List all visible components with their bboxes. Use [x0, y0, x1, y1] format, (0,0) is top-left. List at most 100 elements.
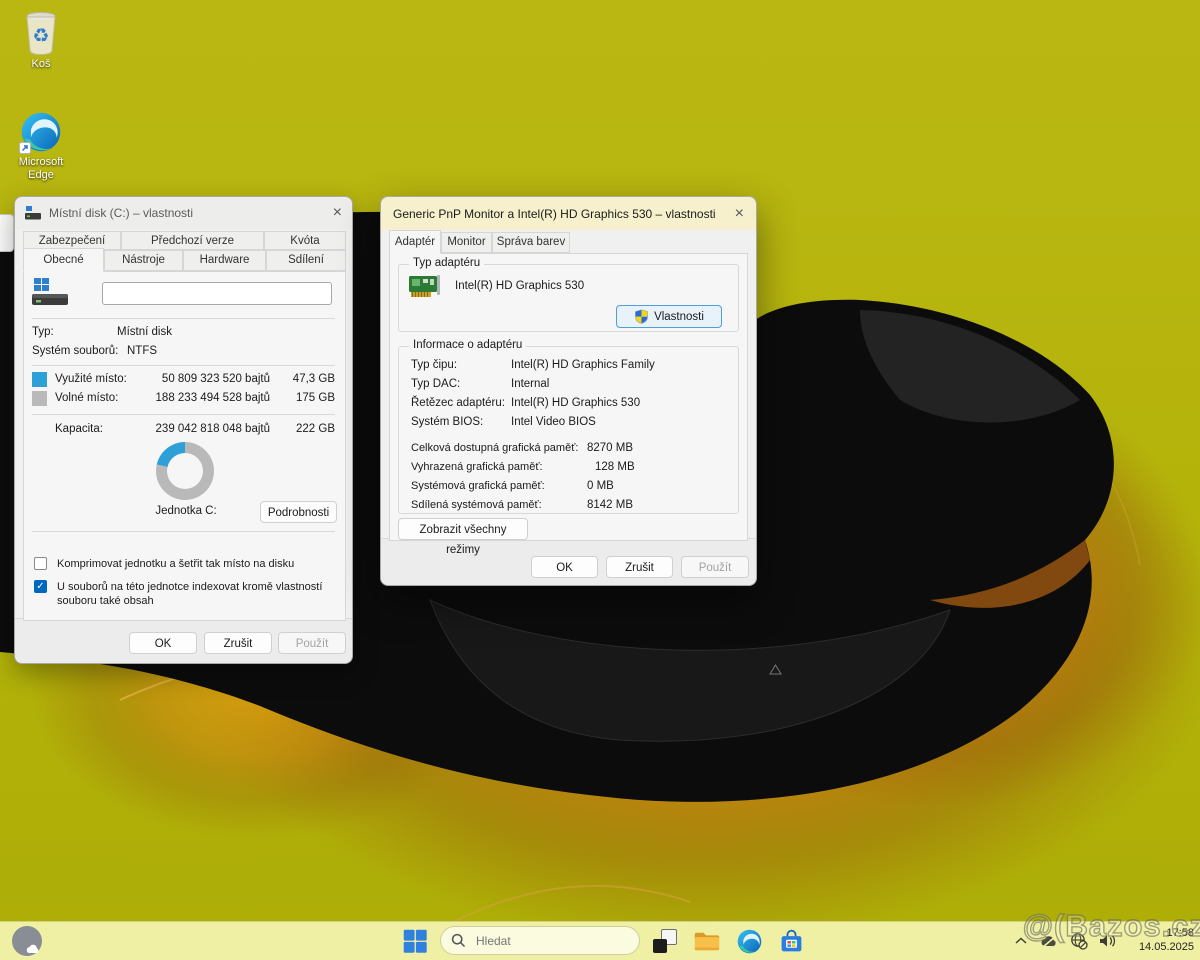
filesystem-label: Systém souborů: [32, 345, 119, 357]
start-button[interactable] [398, 925, 432, 957]
volume-label-input[interactable] [102, 282, 332, 305]
tab-sdileni[interactable]: Sdílení [266, 250, 346, 271]
apply-button[interactable]: Použít [278, 632, 346, 654]
close-icon[interactable]: × [314, 205, 342, 221]
drive-small-icon [25, 205, 41, 219]
uac-shield-icon [635, 309, 648, 324]
capacity-size: 222 GB [296, 423, 335, 435]
tab-adapter[interactable]: Adaptér [389, 230, 441, 254]
chip-type-label: Typ čipu: [411, 359, 458, 371]
adapter-dialog-titlebar[interactable]: Generic PnP Monitor a Intel(R) HD Graphi… [381, 197, 756, 230]
used-space-size: 47,3 GB [292, 373, 335, 385]
details-button[interactable]: Podrobnosti [260, 501, 337, 523]
free-space-bytes: 188 233 494 528 bajtů [155, 392, 270, 404]
disk-dialog-title: Místní disk (C:) – vlastnosti [49, 206, 194, 220]
type-label: Typ: [32, 326, 54, 338]
adapter-name: Intel(R) HD Graphics 530 [455, 280, 585, 292]
cancel-button[interactable]: Zrušit [204, 632, 272, 654]
store-icon [781, 929, 801, 951]
type-value: Místní disk [117, 326, 172, 338]
adapter-info-group-title: Informace o adaptéru [409, 339, 527, 351]
task-view-front-square [653, 939, 667, 953]
index-checkbox[interactable]: ✓ [34, 580, 47, 593]
system-memory-label: Systémová grafická paměť: [411, 480, 545, 492]
search-input[interactable] [474, 932, 618, 949]
filesystem-value: NTFS [127, 345, 158, 357]
used-space-swatch [32, 372, 47, 387]
tab-nastroje[interactable]: Nástroje [104, 250, 183, 271]
disk-general-page: Typ: Místní disk Systém souborů: NTFS Vy… [23, 271, 346, 621]
edge-label: Microsoft Edge [18, 156, 64, 181]
drive-icon [32, 278, 68, 305]
shortcut-arrow-icon [19, 142, 31, 154]
capacity-label: Kapacita: [55, 423, 103, 435]
edge-icon [737, 929, 761, 953]
dedicated-memory-value: 128 MB [595, 461, 635, 473]
task-view-button[interactable] [648, 925, 682, 957]
drive-caption: Jednotka C: [155, 505, 217, 517]
capacity-bytes: 239 042 818 048 bajtů [155, 423, 270, 435]
adapter-string-value: Intel(R) HD Graphics 530 [511, 397, 641, 409]
bios-value: Intel Video BIOS [511, 416, 596, 428]
store-button[interactable] [774, 925, 808, 957]
chip-type-value: Intel(R) HD Graphics Family [511, 359, 655, 371]
adapter-dialog-footer: OK Zrušit Použít [381, 538, 756, 585]
adapter-type-group-title: Typ adaptéru [409, 257, 485, 269]
total-memory-label: Celková dostupná grafická paměť: [411, 442, 579, 454]
taskbar: 17:58 14.05.2025 [0, 921, 1200, 960]
adapter-type-group: Typ adaptéru Intel(R) HD Graphics 530 Vl… [398, 257, 739, 332]
widgets-weather-button[interactable] [10, 925, 44, 957]
file-explorer-button[interactable] [690, 925, 724, 957]
taskbar-search[interactable] [440, 926, 640, 955]
tab-sprava-barev[interactable]: Správa barev [492, 232, 570, 253]
ok-button[interactable]: OK [531, 556, 598, 578]
desktop: ♻ Koš Microsoft Edge Místní disk (C:) – … [0, 0, 1200, 960]
svg-text:♻: ♻ [32, 25, 49, 47]
tab-hardware[interactable]: Hardware [183, 250, 266, 271]
ok-button[interactable]: OK [129, 632, 197, 654]
apply-button[interactable]: Použít [681, 556, 749, 578]
disk-dialog-titlebar[interactable]: Místní disk (C:) – vlastnosti × [15, 197, 352, 229]
divider [32, 318, 335, 319]
tab-obecne[interactable]: Obecné [23, 248, 104, 272]
shared-memory-value: 8142 MB [587, 499, 634, 511]
tab-monitor[interactable]: Monitor [441, 232, 492, 253]
free-space-size: 175 GB [296, 392, 335, 404]
compress-checkbox[interactable] [34, 557, 47, 570]
tab-predchozi-verze[interactable]: Předchozí verze [121, 231, 264, 250]
total-memory-value: 8270 MB [587, 442, 634, 454]
free-space-swatch [32, 391, 47, 406]
windows-logo-icon [403, 929, 427, 953]
recycle-bin-label: Koš [31, 58, 51, 70]
desktop-icon-recycle-bin[interactable]: ♻ Koš [8, 10, 74, 71]
index-checkbox-label: U souborů na této jednotce indexovat kro… [57, 581, 323, 607]
search-icon [451, 933, 466, 948]
used-space-bytes: 50 809 323 520 bajtů [161, 373, 270, 385]
show-all-modes-button[interactable]: Zobrazit všechny režimy [398, 518, 528, 556]
adapter-dialog-title: Generic PnP Monitor a Intel(R) HD Graphi… [393, 206, 716, 221]
divider [32, 414, 335, 415]
divider [32, 365, 335, 366]
adapter-page: Typ adaptéru Intel(R) HD Graphics 530 Vl… [389, 253, 748, 556]
adapter-properties-button[interactable]: Vlastnosti [616, 305, 722, 328]
close-icon[interactable]: × [716, 205, 744, 222]
compress-checkbox-label: Komprimovat jednotku a šetřit tak místo … [57, 558, 295, 570]
divider [32, 531, 335, 532]
shared-memory-label: Sdílená systémová paměť: [411, 499, 542, 511]
cloud-icon [26, 944, 39, 953]
cancel-button[interactable]: Zrušit [606, 556, 673, 578]
desktop-icon-edge[interactable]: Microsoft Edge [8, 110, 74, 182]
background-window-edge[interactable] [0, 214, 14, 252]
adapter-properties-dialog: Generic PnP Monitor a Intel(R) HD Graphi… [380, 196, 757, 586]
adapter-info-group: Informace o adaptéru Typ čipu: Intel(R) … [398, 339, 739, 514]
dedicated-memory-label: Vyhrazená grafická paměť: [411, 461, 543, 473]
system-memory-value: 0 MB [587, 480, 614, 492]
edge-taskbar-button[interactable] [732, 925, 766, 957]
recycle-bin-icon: ♻ [26, 12, 56, 56]
disk-dialog-footer: OK Zrušit Použít [15, 618, 352, 663]
tab-kvota[interactable]: Kvóta [264, 231, 346, 250]
dac-type-value: Internal [511, 378, 550, 390]
folder-icon [694, 932, 720, 950]
used-space-label: Využité místo: [55, 373, 127, 385]
bios-label: Systém BIOS: [411, 416, 484, 428]
